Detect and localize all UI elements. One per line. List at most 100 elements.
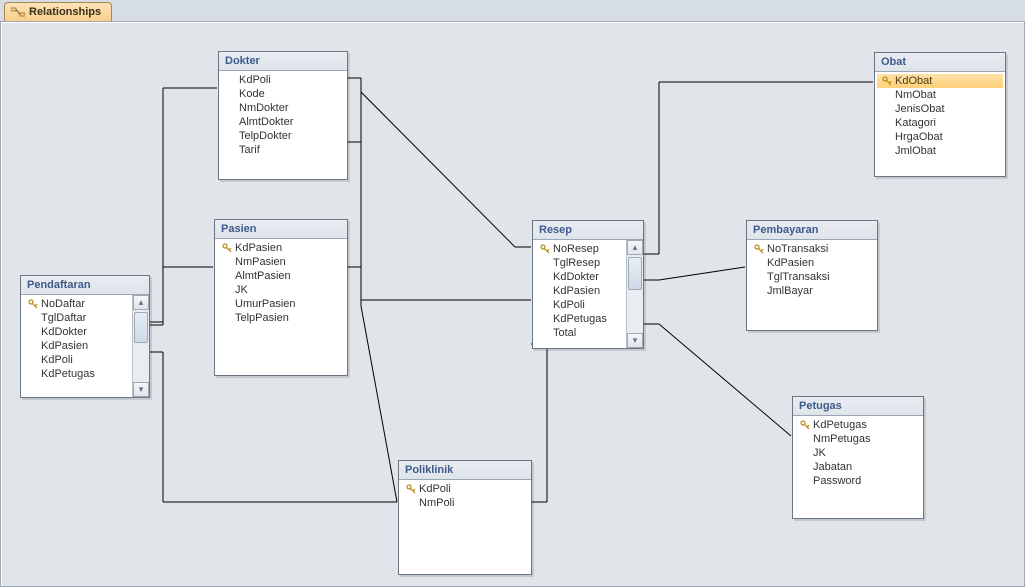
scroll-track[interactable] bbox=[133, 310, 149, 382]
key-icon bbox=[405, 484, 417, 494]
relationships-canvas[interactable]: Pendaftaran NoDaftarTglDaftarKdDokterKdP… bbox=[0, 21, 1025, 587]
field-label: KdPetugas bbox=[551, 313, 607, 325]
field-row[interactable]: Total bbox=[535, 326, 625, 340]
key-icon bbox=[881, 76, 893, 86]
field-label: Kode bbox=[237, 88, 265, 100]
field-row[interactable]: KdDokter bbox=[535, 270, 625, 284]
scroll-thumb[interactable] bbox=[628, 257, 642, 290]
field-label: JmlObat bbox=[893, 145, 936, 157]
field-label: JmlBayar bbox=[765, 285, 813, 297]
field-row[interactable]: JmlBayar bbox=[749, 284, 875, 298]
field-label: NoResep bbox=[551, 243, 599, 255]
relationships-icon bbox=[11, 6, 25, 18]
field-row[interactable]: KdPasien bbox=[749, 256, 875, 270]
table-title: Petugas bbox=[793, 397, 923, 416]
table-title: Obat bbox=[875, 53, 1005, 72]
field-row[interactable]: JK bbox=[217, 283, 345, 297]
table-obat[interactable]: Obat KdObatNmObatJenisObatKatagoriHrgaOb… bbox=[874, 52, 1006, 177]
field-row[interactable]: Jabatan bbox=[795, 460, 921, 474]
field-label: KdPasien bbox=[233, 242, 282, 254]
field-row[interactable]: TglResep bbox=[535, 256, 625, 270]
key-icon bbox=[221, 243, 233, 253]
scroll-track[interactable] bbox=[627, 255, 643, 333]
table-pembayaran[interactable]: Pembayaran NoTransaksiKdPasienTglTransak… bbox=[746, 220, 878, 331]
key-icon bbox=[27, 299, 39, 309]
field-row[interactable]: NmPasien bbox=[217, 255, 345, 269]
scroll-up-button[interactable]: ▴ bbox=[627, 240, 643, 255]
table-petugas[interactable]: Petugas KdPetugasNmPetugas JK Jabatan Passw… bbox=[792, 396, 924, 519]
field-label: UmurPasien bbox=[233, 298, 296, 310]
table-pendaftaran[interactable]: Pendaftaran NoDaftarTglDaftarKdDokterKdP… bbox=[20, 275, 150, 398]
field-label: KdObat bbox=[893, 75, 932, 87]
field-label: NmPasien bbox=[233, 256, 286, 268]
table-resep[interactable]: Resep NoResepTglResepKdDokterKdPasienKdP… bbox=[532, 220, 644, 349]
field-label: KdDokter bbox=[551, 271, 599, 283]
field-label: TelpDokter bbox=[237, 130, 292, 142]
scroll-up-button[interactable]: ▴ bbox=[133, 295, 149, 310]
field-label: NmPoli bbox=[417, 497, 454, 509]
key-icon bbox=[753, 244, 765, 254]
field-row[interactable]: KdPasien bbox=[535, 284, 625, 298]
field-label: JK bbox=[811, 447, 826, 459]
field-row[interactable]: KdPetugas bbox=[535, 312, 625, 326]
table-title: Resep bbox=[533, 221, 643, 240]
field-row[interactable]: Katagori bbox=[877, 116, 1003, 130]
field-row[interactable]: NmPoli bbox=[401, 496, 529, 510]
field-row[interactable]: TglTransaksi bbox=[749, 270, 875, 284]
field-row[interactable]: UmurPasien bbox=[217, 297, 345, 311]
field-row[interactable]: KdPasien bbox=[23, 339, 131, 353]
field-row[interactable]: NmDokter bbox=[221, 101, 345, 115]
table-dokter[interactable]: Dokter KdPoliKodeNmDokterAlmtDokterTelpD… bbox=[218, 51, 348, 180]
field-row[interactable]: JK bbox=[795, 446, 921, 460]
scroll-down-button[interactable]: ▾ bbox=[627, 333, 643, 348]
field-row[interactable]: TglDaftar bbox=[23, 311, 131, 325]
field-label: TglDaftar bbox=[39, 312, 86, 324]
field-row[interactable]: NoDaftar bbox=[23, 297, 131, 311]
field-row[interactable]: KdObat bbox=[877, 74, 1003, 88]
scrollbar[interactable]: ▴ ▾ bbox=[626, 240, 643, 348]
field-label: KdPoli bbox=[551, 299, 585, 311]
tab-relationships[interactable]: Relationships bbox=[4, 2, 112, 22]
field-row[interactable]: NmObat bbox=[877, 88, 1003, 102]
field-row[interactable]: KdPoli bbox=[401, 482, 529, 496]
field-label: KdPoli bbox=[417, 483, 451, 495]
field-row[interactable]: NmPetugas bbox=[795, 432, 921, 446]
field-label: NoTransaksi bbox=[765, 243, 828, 255]
field-label: KdPoli bbox=[237, 74, 271, 86]
scroll-thumb[interactable] bbox=[134, 312, 148, 343]
field-row[interactable]: AlmtDokter bbox=[221, 115, 345, 129]
field-row[interactable]: TelpDokter bbox=[221, 129, 345, 143]
field-row[interactable]: KdDokter bbox=[23, 325, 131, 339]
field-row[interactable]: JmlObat bbox=[877, 144, 1003, 158]
field-row[interactable]: KdPoli bbox=[535, 298, 625, 312]
field-label: Password bbox=[811, 475, 861, 487]
field-row[interactable]: KdPetugas bbox=[23, 367, 131, 381]
field-row[interactable]: NoTransaksi bbox=[749, 242, 875, 256]
table-poliklinik[interactable]: Poliklinik KdPoliNmPoli bbox=[398, 460, 532, 575]
field-row[interactable]: Tarif bbox=[221, 143, 345, 157]
field-row[interactable]: KdPasien bbox=[217, 241, 345, 255]
scrollbar[interactable]: ▴ ▾ bbox=[132, 295, 149, 397]
field-row[interactable]: KdPoli bbox=[221, 73, 345, 87]
key-icon bbox=[539, 244, 551, 254]
table-pasien[interactable]: Pasien KdPasienNmPasienAlmtPasienJKUmurP… bbox=[214, 219, 348, 376]
field-label: KdDokter bbox=[39, 326, 87, 338]
field-row[interactable]: HrgaObat bbox=[877, 130, 1003, 144]
field-label: KdPetugas bbox=[39, 368, 95, 380]
field-label: TelpPasien bbox=[233, 312, 289, 324]
field-label: Jabatan bbox=[811, 461, 852, 473]
field-label: JK bbox=[233, 284, 248, 296]
field-row[interactable]: KdPoli bbox=[23, 353, 131, 367]
field-row[interactable]: Password bbox=[795, 474, 921, 488]
field-label: Total bbox=[551, 327, 576, 339]
field-row[interactable]: AlmtPasien bbox=[217, 269, 345, 283]
field-label: NmPetugas bbox=[811, 433, 870, 445]
scroll-down-button[interactable]: ▾ bbox=[133, 382, 149, 397]
field-row[interactable]: JenisObat bbox=[877, 102, 1003, 116]
field-label: HrgaObat bbox=[893, 131, 943, 143]
field-row[interactable]: Kode bbox=[221, 87, 345, 101]
field-row[interactable]: KdPetugas bbox=[795, 418, 921, 432]
field-row[interactable]: TelpPasien bbox=[217, 311, 345, 325]
field-label: TglResep bbox=[551, 257, 600, 269]
field-row[interactable]: NoResep bbox=[535, 242, 625, 256]
